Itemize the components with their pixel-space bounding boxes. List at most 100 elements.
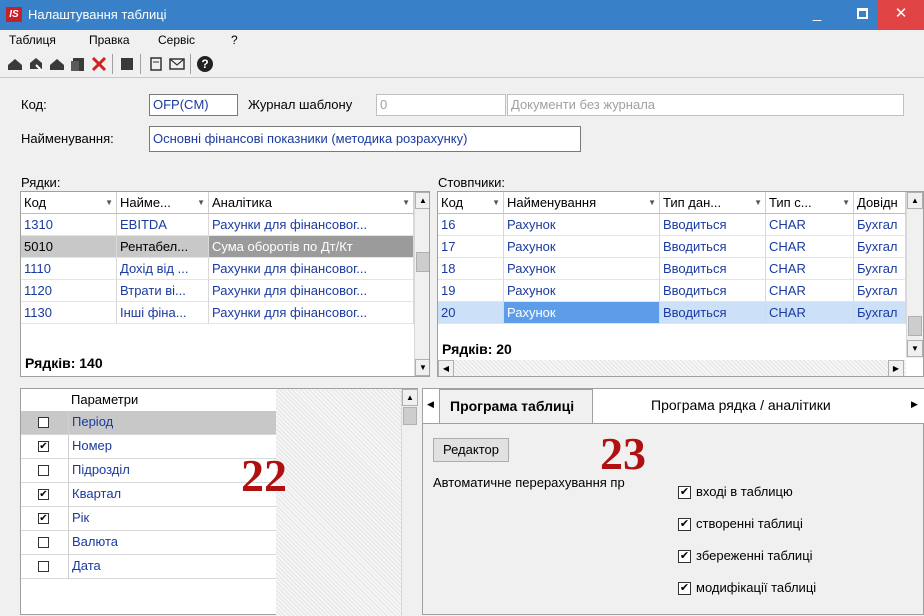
menu-edit[interactable]: Правка xyxy=(89,33,130,47)
delete-icon[interactable] xyxy=(90,55,108,73)
checkbox-unchecked[interactable] xyxy=(38,417,49,428)
table-cell[interactable]: Рахунок xyxy=(504,236,660,258)
table-cell[interactable]: Рахунок xyxy=(504,280,660,302)
table-cell[interactable]: Рахунок xyxy=(504,302,660,324)
checkbox-checked[interactable]: ✔ xyxy=(678,486,691,499)
table-cell[interactable]: Бухгал xyxy=(854,280,906,302)
scroll-up-icon[interactable]: ▲ xyxy=(415,192,429,209)
list-item[interactable]: ✔ Рік xyxy=(21,507,276,531)
auto-recalc-option[interactable]: ✔ створенні таблиці xyxy=(678,514,878,534)
cols-header-name[interactable]: Найменування ▼ xyxy=(504,192,660,214)
scroll-down-icon[interactable]: ▼ xyxy=(907,340,923,357)
table-cell[interactable]: 20 xyxy=(438,302,504,324)
table-cell[interactable]: Втрати ві... xyxy=(117,280,209,302)
table-cell[interactable]: 5010 xyxy=(21,236,117,258)
list-item[interactable]: ✔ Номер xyxy=(21,435,276,459)
journal-code-field[interactable]: 0 xyxy=(376,94,506,116)
code-field[interactable]: OFP(CM) xyxy=(149,94,238,116)
cols-vscrollbar[interactable]: ▲ ▼ xyxy=(906,192,923,358)
cols-hscrollbar[interactable]: ◀ ▶ xyxy=(438,360,906,376)
checkbox-unchecked[interactable] xyxy=(38,537,49,548)
table-cell[interactable]: CHAR xyxy=(766,214,854,236)
table-cell[interactable]: Бухгал xyxy=(854,302,906,324)
save-icon[interactable] xyxy=(118,55,136,73)
table-cell[interactable]: Бухгал xyxy=(854,236,906,258)
list-item[interactable]: Період xyxy=(21,411,276,435)
checkbox-checked[interactable]: ✔ xyxy=(678,518,691,531)
table-cell[interactable]: 1310 xyxy=(21,214,117,236)
table-cell[interactable]: Бухгал xyxy=(854,258,906,280)
rows-scrollbar[interactable]: ▲ ▼ xyxy=(414,192,429,376)
scroll-left-icon[interactable]: ◀ xyxy=(438,360,454,376)
scroll-up-icon[interactable]: ▲ xyxy=(402,389,418,406)
table-cell[interactable]: Рахунки для фінансовог... xyxy=(209,302,414,324)
add-icon[interactable] xyxy=(6,55,24,73)
checkbox-checked[interactable]: ✔ xyxy=(38,489,49,500)
table-cell[interactable]: CHAR xyxy=(766,258,854,280)
mail-icon[interactable] xyxy=(168,55,186,73)
close-button[interactable]: ✕ xyxy=(878,0,924,30)
checkbox-checked[interactable]: ✔ xyxy=(38,441,49,452)
tab-scroll-left-icon[interactable]: ◀ xyxy=(427,399,434,410)
checkbox-unchecked[interactable] xyxy=(38,465,49,476)
cols-header-type[interactable]: Тип дан... ▼ xyxy=(660,192,766,214)
tab-table-program[interactable]: Програма таблиці xyxy=(439,389,593,423)
table-cell[interactable]: Вводиться xyxy=(660,280,766,302)
table-cell[interactable]: 18 xyxy=(438,258,504,280)
checkbox-checked[interactable]: ✔ xyxy=(678,550,691,563)
table-cell[interactable]: Вводиться xyxy=(660,302,766,324)
rows-header-analytics[interactable]: Аналітика ▼ xyxy=(209,192,414,214)
table-cell[interactable]: 16 xyxy=(438,214,504,236)
table-cell[interactable]: Рахунок xyxy=(504,214,660,236)
name-field[interactable]: Основні фінансові показники (методика ро… xyxy=(149,126,581,152)
table-cell[interactable]: Вводиться xyxy=(660,214,766,236)
page-icon[interactable] xyxy=(147,55,165,73)
tab-scroll-right-icon[interactable]: ▶ xyxy=(911,399,918,410)
table-cell[interactable]: EBITDA xyxy=(117,214,209,236)
edit-icon[interactable] xyxy=(27,55,45,73)
help-icon[interactable]: ? xyxy=(196,55,214,73)
editor-button[interactable]: Редактор xyxy=(433,438,509,462)
auto-recalc-option[interactable]: ✔ збереженні таблиці xyxy=(678,546,878,566)
table-cell[interactable]: CHAR xyxy=(766,236,854,258)
menu-table[interactable]: Таблиця xyxy=(9,33,56,47)
minimize-button[interactable]: _ xyxy=(802,0,832,30)
maximize-button[interactable] xyxy=(848,0,878,30)
table-cell[interactable]: CHAR xyxy=(766,280,854,302)
scroll-thumb[interactable] xyxy=(416,252,429,272)
scroll-down-icon[interactable]: ▼ xyxy=(415,359,429,376)
auto-recalc-option[interactable]: ✔ модифікації таблиці xyxy=(678,578,878,598)
table-cell[interactable]: 1110 xyxy=(21,258,117,280)
list-item[interactable]: Підрозділ xyxy=(21,459,276,483)
table-cell[interactable]: 1130 xyxy=(21,302,117,324)
table-cell[interactable]: Інші фіна... xyxy=(117,302,209,324)
table-cell[interactable]: Рахунки для фінансовог... xyxy=(209,214,414,236)
table-cell[interactable]: Бухгал xyxy=(854,214,906,236)
table-cell[interactable]: Дохід від ... xyxy=(117,258,209,280)
menu-service[interactable]: Сервіс xyxy=(158,33,195,47)
table-cell[interactable]: 1120 xyxy=(21,280,117,302)
menu-help[interactable]: ? xyxy=(231,33,238,47)
table-cell[interactable]: 19 xyxy=(438,280,504,302)
scroll-up-icon[interactable]: ▲ xyxy=(907,192,923,209)
table-cell[interactable]: CHAR xyxy=(766,302,854,324)
checkbox-checked[interactable]: ✔ xyxy=(38,513,49,524)
table-cell[interactable]: Вводиться xyxy=(660,258,766,280)
table-cell[interactable]: Вводиться xyxy=(660,236,766,258)
table-cell[interactable]: Рентабел... xyxy=(117,236,209,258)
scroll-thumb[interactable] xyxy=(908,316,922,336)
paste-icon[interactable] xyxy=(69,55,87,73)
checkbox-unchecked[interactable] xyxy=(38,561,49,572)
table-cell[interactable]: Сума оборотів по Дт/Кт xyxy=(209,236,414,258)
table-cell[interactable]: Рахунок xyxy=(504,258,660,280)
rows-header-name[interactable]: Найме... ▼ xyxy=(117,192,209,214)
list-item[interactable]: Дата xyxy=(21,555,276,579)
cols-header-code[interactable]: Код ▼ xyxy=(438,192,504,214)
copy-icon[interactable] xyxy=(48,55,66,73)
checkbox-checked[interactable]: ✔ xyxy=(678,582,691,595)
scroll-right-icon[interactable]: ▶ xyxy=(888,360,904,376)
scroll-thumb[interactable] xyxy=(403,407,417,425)
table-cell[interactable]: Рахунки для фінансовог... xyxy=(209,280,414,302)
rows-header-code[interactable]: Код ▼ xyxy=(21,192,117,214)
tab-row-program[interactable]: Програма рядка / аналітики xyxy=(641,389,841,423)
